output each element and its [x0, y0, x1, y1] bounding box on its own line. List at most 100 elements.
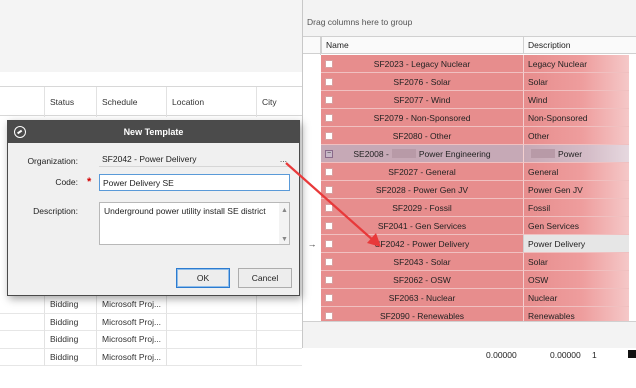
checkbox-icon[interactable]: [325, 114, 333, 122]
row-indicator: [303, 271, 321, 289]
checkbox-icon[interactable]: [325, 240, 333, 248]
list-item[interactable]: SF2041 - Gen Services Gen Services: [303, 217, 636, 235]
table-row[interactable]: Bidding Microsoft Proj...: [0, 331, 302, 349]
collapse-icon[interactable]: −: [325, 150, 333, 158]
list-item[interactable]: SF2090 - Renewables Renewables: [303, 307, 636, 321]
new-template-dialog: New Template Organization: SF2042 - Powe…: [7, 120, 300, 296]
background-toolbar-area: [0, 0, 302, 72]
name-cell[interactable]: SF2063 - Nuclear: [321, 289, 523, 307]
description-scrollbar[interactable]: ▲ ▼: [279, 203, 289, 244]
checkbox-icon[interactable]: [325, 60, 333, 68]
checkbox-icon[interactable]: [325, 186, 333, 194]
description-cell[interactable]: Non-Sponsored: [523, 109, 629, 127]
description-cell[interactable]: Renewables: [523, 307, 629, 321]
checkbox-icon[interactable]: [325, 276, 333, 284]
total-value: 0.00000: [550, 350, 581, 360]
column-header-status[interactable]: Status: [44, 87, 96, 117]
column-header-schedule[interactable]: Schedule: [96, 87, 166, 117]
description-cell[interactable]: Solar: [523, 73, 629, 91]
description-cell[interactable]: General: [523, 163, 629, 181]
description-cell[interactable]: Nuclear: [523, 289, 629, 307]
checkbox-icon[interactable]: [325, 222, 333, 230]
list-item[interactable]: SF2076 - Solar Solar: [303, 73, 636, 91]
row-indicator: [303, 73, 321, 91]
checkbox-icon[interactable]: [325, 168, 333, 176]
name-cell[interactable]: SF2076 - Solar: [321, 73, 523, 91]
name-cell[interactable]: SF2043 - Solar: [321, 253, 523, 271]
description-cell[interactable]: Fossil: [523, 199, 629, 217]
checkbox-icon[interactable]: [325, 294, 333, 302]
column-header-name[interactable]: Name: [321, 37, 523, 54]
cancel-button[interactable]: Cancel: [238, 268, 292, 288]
row-indicator: [303, 289, 321, 307]
picker-grid-header: Name Description: [303, 36, 636, 54]
description-cell[interactable]: Power Delivery: [523, 235, 629, 253]
name-cell[interactable]: SF2042 - Power Delivery: [321, 235, 523, 253]
list-item[interactable]: SF2063 - Nuclear Nuclear: [303, 289, 636, 307]
list-item[interactable]: SF2028 - Power Gen JV Power Gen JV: [303, 181, 636, 199]
organization-picker-panel: Drag columns here to group Name Descript…: [302, 0, 636, 363]
group-by-bar[interactable]: Drag columns here to group: [303, 0, 636, 36]
code-input[interactable]: [99, 174, 290, 191]
column-header-location[interactable]: Location: [166, 87, 256, 117]
list-item[interactable]: SF2062 - OSW OSW: [303, 271, 636, 289]
list-item[interactable]: SF2023 - Legacy Nuclear Legacy Nuclear: [303, 55, 636, 73]
name-cell[interactable]: SF2079 - Non-Sponsored: [321, 109, 523, 127]
group-description-cell[interactable]: Power Engineering: [523, 145, 629, 177]
name-cell[interactable]: SF2023 - Legacy Nuclear: [321, 55, 523, 73]
checkbox-icon[interactable]: [325, 132, 333, 140]
redacted-block: [531, 149, 555, 158]
name-cell[interactable]: SF2027 - General: [321, 163, 523, 181]
checkbox-icon[interactable]: [325, 96, 333, 104]
name-cell[interactable]: SF2077 - Wind: [321, 91, 523, 109]
dialog-title-bar[interactable]: New Template: [8, 121, 299, 143]
ok-button[interactable]: OK: [176, 268, 230, 288]
description-cell[interactable]: Solar: [523, 253, 629, 271]
background-grid-header: Status Schedule Location City: [0, 86, 302, 117]
description-textarea[interactable]: Underground power utility install SE dis…: [99, 202, 290, 245]
checkbox-icon[interactable]: [325, 204, 333, 212]
name-cell[interactable]: SF2090 - Renewables: [321, 307, 523, 321]
arrow-right-icon: →: [303, 235, 321, 253]
description-cell[interactable]: Other: [523, 127, 629, 145]
group-name-suffix: Power Engineering: [418, 149, 491, 159]
table-row[interactable]: Bidding Microsoft Proj...: [0, 313, 302, 331]
scroll-down-icon[interactable]: ▼: [281, 234, 288, 245]
name-cell[interactable]: SF2080 - Other: [321, 127, 523, 145]
list-item[interactable]: SF2029 - Fossil Fossil: [303, 199, 636, 217]
description-cell[interactable]: Legacy Nuclear: [523, 55, 629, 73]
description-cell[interactable]: Power Gen JV: [523, 181, 629, 199]
schedule-cell: Microsoft Proj...: [96, 313, 166, 331]
resize-grip-icon[interactable]: [628, 350, 636, 358]
name-cell[interactable]: SF2041 - Gen Services: [321, 217, 523, 235]
checkbox-icon[interactable]: [325, 312, 333, 320]
name-cell[interactable]: SF2062 - OSW: [321, 271, 523, 289]
checkbox-icon[interactable]: [325, 78, 333, 86]
row-indicator: [303, 91, 321, 109]
totals-strip: 0.00000 0.00000 1: [302, 348, 636, 363]
name-cell[interactable]: SF2028 - Power Gen JV: [321, 181, 523, 199]
table-row[interactable]: Bidding Microsoft Proj...: [0, 296, 302, 314]
list-item[interactable]: SF2077 - Wind Wind: [303, 91, 636, 109]
organization-field[interactable]: SF2042 - Power Delivery ...: [99, 152, 290, 167]
list-item[interactable]: SF2043 - Solar Solar: [303, 253, 636, 271]
table-row[interactable]: Bidding Microsoft Proj...: [0, 348, 302, 366]
description-cell[interactable]: OSW: [523, 271, 629, 289]
column-header-city[interactable]: City: [256, 87, 302, 117]
browse-button[interactable]: ...: [280, 152, 287, 167]
scroll-up-icon[interactable]: ▲: [281, 205, 288, 216]
checkbox-icon[interactable]: [325, 258, 333, 266]
group-row[interactable]: SE2008 - Power Engineering − Power Engine…: [303, 145, 636, 177]
name-cell[interactable]: SF2029 - Fossil: [321, 199, 523, 217]
description-cell[interactable]: Gen Services: [523, 217, 629, 235]
city-cell: [256, 348, 302, 366]
status-cell: Bidding: [44, 348, 96, 366]
row-indicator: [303, 253, 321, 271]
list-item[interactable]: SF2080 - Other Other: [303, 127, 636, 145]
group-name-cell[interactable]: SE2008 - Power Engineering: [321, 145, 523, 163]
list-item[interactable]: SF2027 - General General: [303, 163, 636, 181]
list-item[interactable]: SF2079 - Non-Sponsored Non-Sponsored: [303, 109, 636, 127]
description-cell[interactable]: Wind: [523, 91, 629, 109]
selected-list-item[interactable]: → SF2042 - Power Delivery Power Delivery: [303, 235, 636, 253]
column-header-description[interactable]: Description: [523, 37, 629, 54]
